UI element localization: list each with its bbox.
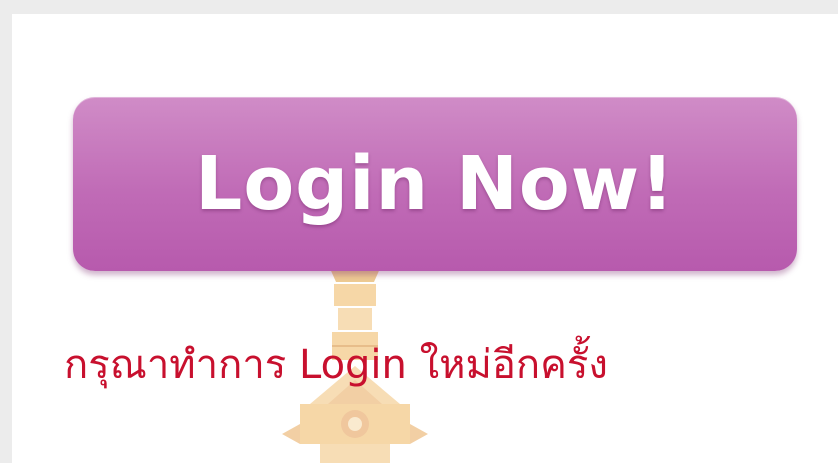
login-now-button[interactable]: Login Now! [73,97,797,271]
login-panel: Login Now! กรุณาทำการ Login ใหม่อีกครั้ง [12,14,838,463]
relogin-notice: กรุณาทำการ Login ใหม่อีกครั้ง [64,342,608,388]
login-now-button-label: Login Now! [195,141,675,227]
